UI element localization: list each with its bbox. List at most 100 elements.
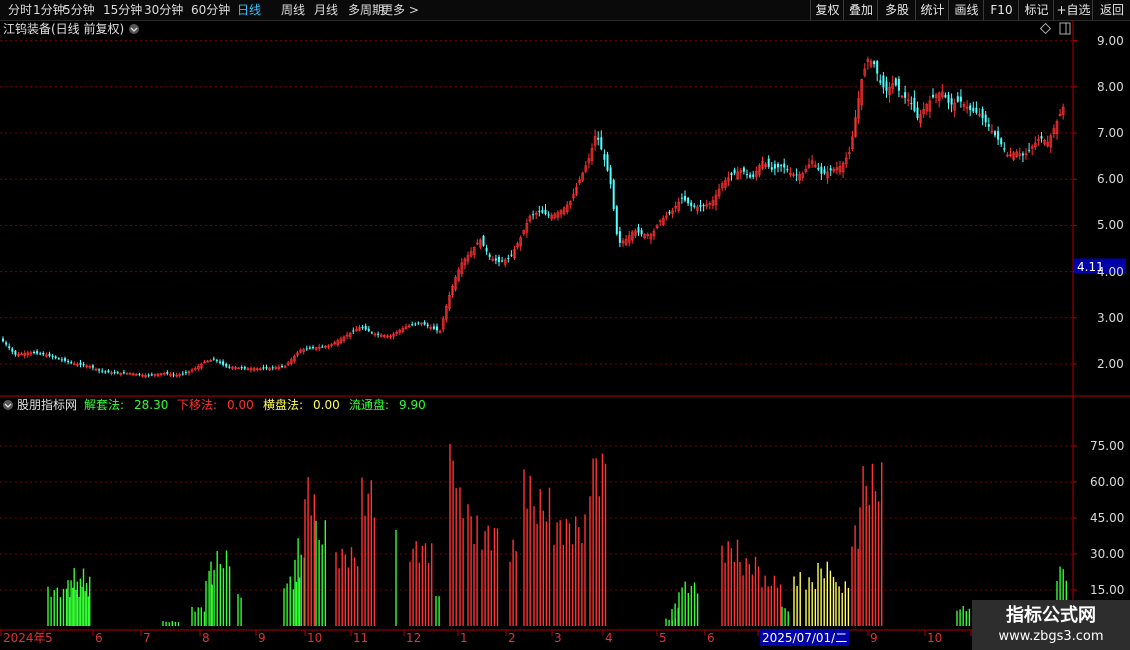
date-label: 6	[95, 631, 103, 645]
chevron-down-icon	[3, 400, 13, 410]
candle-body	[969, 105, 972, 110]
candle-body	[1000, 138, 1003, 145]
candle-body	[947, 94, 950, 103]
date-label: 2	[508, 631, 516, 645]
candle-body	[693, 205, 696, 207]
candle-body	[414, 323, 417, 325]
candle-body	[994, 131, 996, 136]
candle-body	[60, 359, 63, 361]
indicator-legend-value: 28.30	[134, 398, 169, 412]
indicator-legend-value: 9.90	[399, 398, 426, 412]
panel-toggle-icon	[1059, 22, 1071, 35]
indicator-legend-label: 下移法:	[177, 398, 218, 412]
candle-body	[984, 114, 987, 123]
candle-body	[265, 367, 268, 369]
indicator-legend-label: 流通盘:	[349, 398, 390, 412]
indicator-legend-value: 0.00	[313, 398, 340, 412]
candle-body	[897, 78, 900, 91]
candle-body	[932, 94, 934, 98]
watermark: 指标公式网 www.zbgs3.com	[972, 600, 1130, 650]
candle-body	[107, 370, 110, 373]
candle-body	[122, 372, 125, 374]
candle-body	[11, 348, 14, 352]
candle-body	[997, 131, 1000, 140]
candle-body	[150, 374, 153, 376]
candle-body	[243, 366, 246, 369]
candle-body	[166, 371, 169, 374]
price-tick-label: 9.00	[1097, 33, 1124, 48]
candle-body	[498, 256, 500, 262]
candle-body	[364, 325, 367, 330]
price-tick-label: 7.00	[1097, 126, 1124, 140]
candle-body	[494, 258, 497, 261]
candle-body	[829, 168, 832, 171]
date-label: 4	[605, 631, 613, 645]
candle-body	[767, 158, 770, 167]
candle-body	[426, 324, 429, 326]
candle-body	[488, 254, 491, 258]
candle-body	[411, 324, 414, 326]
candle-body	[885, 81, 888, 91]
candle-body	[959, 96, 962, 102]
diamond-icon	[1039, 22, 1052, 35]
indicator-legend-label: 解套法:	[84, 398, 125, 412]
candle-body	[950, 98, 953, 105]
candle-body	[597, 137, 600, 140]
price-tick-label: 8.00	[1097, 79, 1124, 94]
date-label: 10	[307, 631, 323, 645]
candle-body	[228, 366, 231, 368]
candle-body	[913, 97, 916, 111]
date-label: 3	[554, 631, 562, 645]
watermark-title: 指标公式网	[1006, 605, 1096, 626]
candle-body	[305, 348, 308, 350]
candle-body	[547, 214, 550, 216]
candle-body	[91, 365, 94, 368]
candle-body	[752, 174, 755, 177]
candle-body	[417, 322, 420, 324]
candle-body	[116, 372, 119, 374]
candle-body	[956, 96, 959, 102]
main-title: 江钨装备(日线 前复权)	[3, 22, 125, 36]
candle-body	[48, 353, 51, 357]
indicator-name: 股朋指标网	[17, 398, 78, 412]
candle-body	[532, 214, 535, 216]
candle-body	[367, 328, 370, 332]
candle-body	[684, 196, 686, 201]
candle-body	[742, 167, 745, 172]
date-label: 2024年	[3, 631, 46, 645]
candle-body	[98, 369, 101, 371]
candle-body	[5, 342, 8, 345]
candle-body	[987, 124, 990, 127]
candle-body	[67, 360, 70, 362]
candle-body	[823, 169, 826, 174]
indicator-tick-label: 60.00	[1090, 475, 1125, 489]
candle-body	[795, 174, 798, 176]
indicator-tick-label: 30.00	[1090, 547, 1125, 561]
current-price-label: 4.11	[1077, 259, 1104, 274]
candle-body	[222, 361, 225, 365]
candle-body	[240, 367, 243, 369]
date-label: 12	[406, 631, 422, 645]
candle-body	[212, 358, 215, 360]
date-label: 5	[45, 631, 53, 645]
candle-body	[70, 362, 73, 364]
candle-body	[972, 107, 975, 112]
candle-body	[432, 326, 435, 329]
candle-body	[225, 363, 228, 367]
candle-body	[64, 358, 66, 361]
candle-body	[501, 260, 504, 262]
candle-body	[640, 230, 643, 235]
candle-body	[609, 167, 612, 185]
price-tick-label: 3.00	[1097, 310, 1124, 325]
candle-body	[39, 353, 42, 355]
candle-body	[606, 154, 609, 171]
candle-body	[876, 61, 879, 74]
candle-body	[637, 227, 640, 233]
candle-body	[370, 332, 373, 334]
candle-body	[101, 370, 104, 372]
chevron-down-icon	[129, 24, 139, 34]
candle-body	[699, 204, 702, 207]
indicator-legend-value: 0.00	[227, 398, 254, 412]
candle-body	[680, 197, 683, 199]
candle-body	[780, 165, 783, 167]
